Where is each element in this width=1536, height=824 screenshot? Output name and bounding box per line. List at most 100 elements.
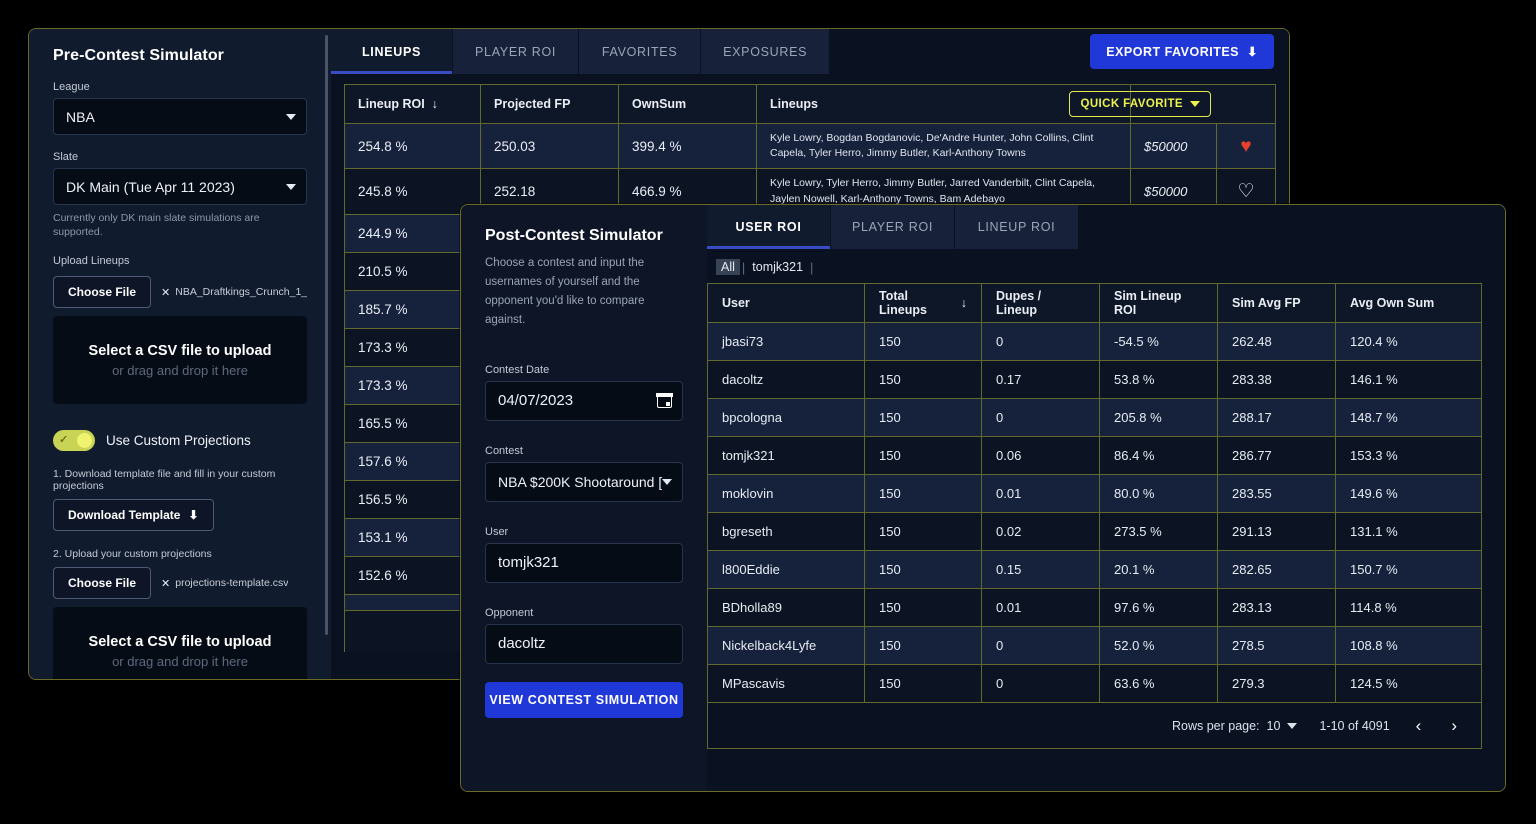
cell-total-lineups: 150	[865, 475, 982, 512]
league-select[interactable]: NBA	[53, 98, 307, 135]
view-contest-simulation-button[interactable]: VIEW CONTEST SIMULATION	[485, 681, 683, 718]
tab-favorites[interactable]: FAVORITES	[579, 29, 702, 74]
cell-sim-avg-fp: 288.17	[1218, 399, 1336, 436]
tab-player-roi[interactable]: PLAYER ROI	[831, 205, 955, 249]
tab-lineups[interactable]: LINEUPS	[331, 29, 453, 74]
sidebar-scrollbar[interactable]	[325, 35, 328, 635]
chip-all[interactable]: All	[716, 259, 740, 275]
tab-user-roi[interactable]: USER ROI	[707, 205, 831, 249]
table-row[interactable]: dacoltz 150 0.17 53.8 % 283.38 146.1 %	[708, 360, 1481, 398]
cell-dupes: 0.17	[982, 361, 1100, 398]
cell-user: dacoltz	[708, 361, 865, 398]
cell-sim-avg-fp: 282.65	[1218, 551, 1336, 588]
column-header-ownsum[interactable]: OwnSum	[619, 85, 757, 123]
chevron-down-icon	[286, 113, 296, 120]
choose-file-button-projections[interactable]: Choose File	[53, 567, 152, 600]
table-row[interactable]: tomjk321 150 0.06 86.4 % 286.77 153.3 %	[708, 436, 1481, 474]
contest-date-label: Contest Date	[485, 363, 550, 376]
column-header-lineup-roi[interactable]: Lineup ROI ↓	[345, 85, 481, 123]
table-row[interactable]: Nickelback4Lyfe 150 0 52.0 % 278.5 108.8…	[708, 626, 1481, 664]
column-header-sim-lineup-roi[interactable]: Sim Lineup ROI	[1100, 284, 1218, 322]
chevron-down-icon	[662, 478, 672, 485]
table-row[interactable]: MPascavis 150 0 63.6 % 279.3 124.5 %	[708, 664, 1481, 702]
use-custom-projections-row[interactable]: ✓ Use Custom Projections	[53, 430, 307, 452]
opponent-field: Opponent dacoltz	[485, 607, 683, 664]
column-header-total-lineups[interactable]: Total Lineups ↓	[865, 284, 982, 322]
favorite-heart-filled-icon[interactable]: ♥	[1240, 137, 1251, 156]
lineups-file-name-text: NBA_Draftkings_Crunch_1_2023411.	[175, 286, 307, 299]
cell-dupes: 0	[982, 665, 1100, 702]
cell-total-lineups: 150	[865, 323, 982, 360]
user-field: User tomjk321	[485, 526, 683, 583]
cell-sim-roi: -54.5 %	[1100, 323, 1218, 360]
table-row[interactable]: l800Eddie 150 0.15 20.1 % 282.65 150.7 %	[708, 550, 1481, 588]
cell-sim-avg-fp: 278.5	[1218, 627, 1336, 664]
next-page-button[interactable]: ›	[1447, 716, 1461, 736]
projections-file-name: ✕ projections-template.csv	[161, 577, 288, 590]
choose-file-button-lineups[interactable]: Choose File	[53, 276, 152, 309]
league-field: League NBA	[53, 81, 307, 135]
favorite-heart-outline-icon[interactable]: ♡	[1237, 182, 1254, 201]
cell-dupes: 0.15	[982, 551, 1100, 588]
quick-favorite-button[interactable]: QUICK FAVORITE	[1069, 91, 1211, 117]
close-icon[interactable]: ✕	[161, 286, 170, 299]
column-header-dupes-per-lineup[interactable]: Dupes / Lineup	[982, 284, 1100, 322]
step-2-text: 2. Upload your custom projections	[53, 548, 212, 561]
table-row[interactable]: bgreseth 150 0.02 273.5 % 291.13 131.1 %	[708, 512, 1481, 550]
upload-lineups-label: Upload Lineups	[53, 255, 130, 268]
opponent-input[interactable]: dacoltz	[485, 623, 683, 664]
use-custom-projections-toggle[interactable]: ✓	[53, 430, 95, 452]
cell-sim-avg-fp: 262.48	[1218, 323, 1336, 360]
previous-page-button[interactable]: ‹	[1412, 716, 1426, 736]
user-roi-table: User Total Lineups ↓ Dupes / Lineup Sim …	[707, 283, 1482, 749]
export-favorites-button[interactable]: EXPORT FAVORITES ⬇	[1090, 34, 1274, 69]
calendar-icon[interactable]	[656, 392, 673, 409]
download-template-button[interactable]: Download Template ⬇	[53, 499, 214, 532]
user-input[interactable]: tomjk321	[485, 542, 683, 583]
cell-user: l800Eddie	[708, 551, 865, 588]
toggle-knob	[77, 433, 92, 449]
cell-dupes: 0	[982, 323, 1100, 360]
contest-select[interactable]: NBA $200K Shootaround [50K...	[485, 461, 683, 502]
column-header-user[interactable]: User	[708, 284, 865, 322]
table-row[interactable]: moklovin 150 0.01 80.0 % 283.55 149.6 %	[708, 474, 1481, 512]
table-row[interactable]: jbasi73 150 0 -54.5 % 262.48 120.4 %	[708, 322, 1481, 360]
sort-down-icon: ↓	[960, 296, 967, 310]
column-header-sim-avg-fp[interactable]: Sim Avg FP	[1218, 284, 1336, 322]
dropzone-subtitle: or drag and drop it here	[112, 653, 248, 669]
opponent-value: dacoltz	[498, 635, 546, 653]
cell-total-lineups: 150	[865, 513, 982, 550]
tab-player-roi[interactable]: PLAYER ROI	[453, 29, 580, 74]
cell-user: BDholla89	[708, 589, 865, 626]
table-row[interactable]: BDholla89 150 0.01 97.6 % 283.13 114.8 %	[708, 588, 1481, 626]
cell-total-lineups: 150	[865, 437, 982, 474]
contest-value: NBA $200K Shootaround [50K...	[498, 473, 662, 490]
projections-dropzone[interactable]: Select a CSV file to upload or drag and …	[53, 607, 307, 679]
chip-tomjk321[interactable]: tomjk321	[747, 259, 808, 275]
cell-total-lineups: 150	[865, 551, 982, 588]
projections-file-row: Choose File ✕ projections-template.csv	[53, 567, 307, 600]
download-icon: ⬇	[1247, 45, 1258, 59]
lineups-dropzone[interactable]: Select a CSV file to upload or drag and …	[53, 316, 307, 405]
tab-exposures[interactable]: EXPOSURES	[701, 29, 831, 74]
user-value: tomjk321	[498, 554, 559, 572]
close-icon[interactable]: ✕	[161, 577, 170, 590]
column-header-projected-fp[interactable]: Projected FP	[481, 85, 619, 123]
rows-per-page-control[interactable]: Rows per page: 10	[1172, 719, 1298, 733]
chevron-down-icon	[1287, 722, 1298, 729]
table-row[interactable]: 254.8 % 250.03 399.4 % Kyle Lowry, Bogda…	[345, 123, 1275, 169]
cell-avg-own-sum: 146.1 %	[1350, 372, 1398, 387]
tab-lineup-roi[interactable]: LINEUP ROI	[955, 205, 1079, 249]
table-row[interactable]: bpcologna 150 0 205.8 % 288.17 148.7 %	[708, 398, 1481, 436]
slate-select[interactable]: DK Main (Tue Apr 11 2023)	[53, 168, 307, 205]
cell-user: bpcologna	[708, 399, 865, 436]
cell-sim-roi: 205.8 %	[1100, 399, 1218, 436]
quick-favorite-label: QUICK FAVORITE	[1080, 98, 1183, 110]
pagination-footer: Rows per page: 10 1-10 of 4091 ‹ ›	[708, 702, 1481, 748]
cell-sim-avg-fp: 279.3	[1218, 665, 1336, 702]
cell-sim-roi: 86.4 %	[1100, 437, 1218, 474]
column-header-avg-own-sum[interactable]: Avg Own Sum	[1336, 284, 1481, 322]
contest-date-input[interactable]: 04/07/2023	[485, 380, 683, 421]
cell-avg-own-sum: 124.5 %	[1350, 676, 1398, 691]
cell-lineup-players: Kyle Lowry, Tyler Herro, Jimmy Butler, J…	[770, 177, 1096, 205]
